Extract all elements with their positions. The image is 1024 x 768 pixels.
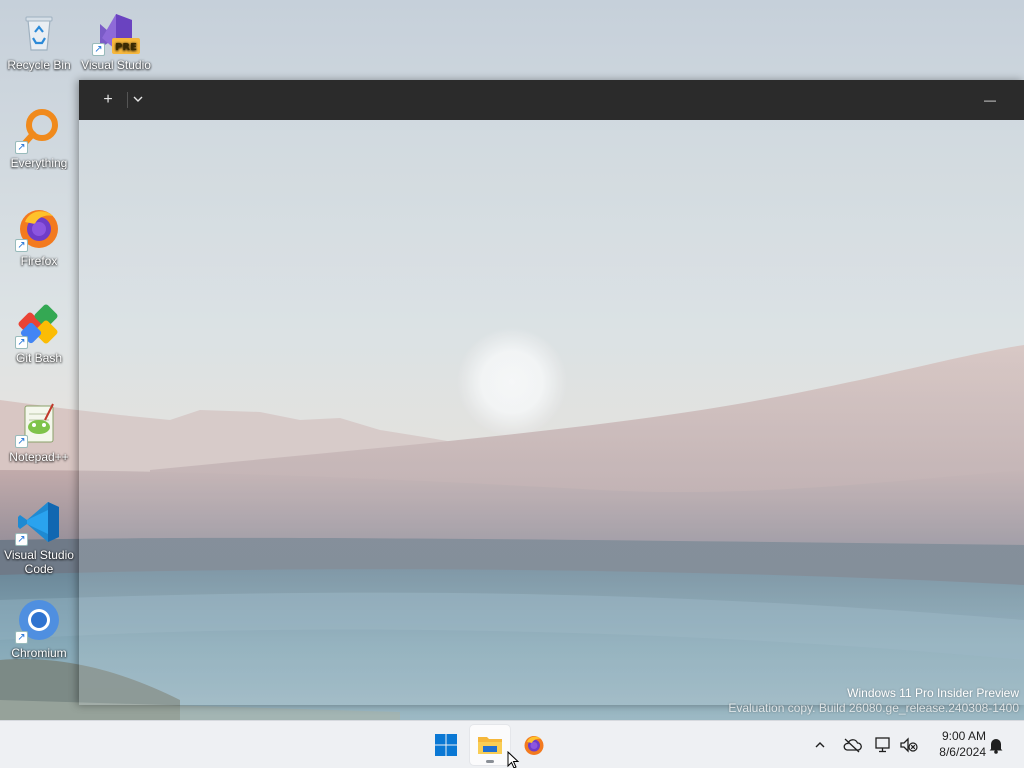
desktop-icon-label: Notepad++ <box>9 450 69 464</box>
network-button[interactable] <box>871 733 895 757</box>
shortcut-arrow-icon: ↗ <box>15 336 28 349</box>
tab-dropdown-button[interactable] <box>127 89 149 111</box>
preview-badge: PRE <box>115 42 137 53</box>
chromium-icon: ↗ <box>15 596 63 644</box>
desktop-icon-label: Everything <box>10 156 68 170</box>
notepad-plus-plus-icon: ↗ <box>15 400 63 448</box>
terminal-window[interactable]: + — <box>79 80 1024 705</box>
shortcut-arrow-icon: ↗ <box>15 435 28 448</box>
onedrive-offline-icon <box>843 738 862 753</box>
shortcut-arrow-icon: ↗ <box>92 43 105 56</box>
chevron-up-icon <box>815 742 825 748</box>
volume-button[interactable] <box>897 733 921 757</box>
notification-bell-icon <box>989 739 1003 754</box>
desktop-icon-label: Firefox <box>20 254 58 268</box>
watermark-line1: Windows 11 Pro Insider Preview <box>847 686 1019 700</box>
desktop-icon-firefox[interactable]: ↗ Firefox <box>1 204 77 268</box>
desktop-icon-git-bash[interactable]: ↗ Git Bash <box>1 301 77 365</box>
recycle-bin-icon <box>15 8 63 56</box>
desktop-icon-vscode[interactable]: ↗ Visual Studio Code <box>1 498 77 576</box>
desktop-icon-label-line1: Visual Studio <box>4 548 74 562</box>
new-tab-button[interactable]: + <box>97 89 119 111</box>
minimize-button[interactable]: — <box>979 89 1001 111</box>
network-icon <box>875 737 890 753</box>
file-explorer-button[interactable] <box>470 725 510 765</box>
firefox-icon <box>524 736 544 755</box>
everything-search-icon: ↗ <box>15 106 63 154</box>
window-titlebar[interactable]: + — <box>79 80 1024 120</box>
desktop-icon-visual-studio[interactable]: PRE ↗ Visual Studio <box>78 8 154 72</box>
desktop-icon-notepad-plus-plus[interactable]: ↗ Notepad++ <box>1 400 77 464</box>
clock-time: 9:00 AM <box>941 729 986 743</box>
desktop-icon-label: Recycle Bin <box>7 58 71 72</box>
start-icon <box>435 734 457 756</box>
terminal-content-area[interactable] <box>79 120 1024 705</box>
desktop-icon-label-line2: Code <box>24 562 54 576</box>
shortcut-arrow-icon: ↗ <box>15 533 28 546</box>
desktop-icon-label: Visual Studio <box>81 58 151 72</box>
clock-date: 8/6/2024 <box>939 745 986 759</box>
shortcut-arrow-icon: ↗ <box>15 141 28 154</box>
desktop-icon-everything[interactable]: ↗ Everything <box>1 106 77 170</box>
onedrive-button[interactable] <box>840 733 864 757</box>
desktop-icon-chromium[interactable]: ↗ Chromium <box>1 596 77 660</box>
git-bash-icon: ↗ <box>15 301 63 349</box>
taskbar-clock[interactable]: 9:00 AM 8/6/2024 <box>920 728 986 760</box>
vscode-icon: ↗ <box>15 498 63 546</box>
visual-studio-preview-icon: PRE ↗ <box>92 8 140 56</box>
start-button[interactable] <box>426 725 466 765</box>
file-explorer-icon <box>478 737 502 754</box>
desktop-icon-recycle-bin[interactable]: Recycle Bin <box>1 8 77 72</box>
active-app-indicator <box>486 760 494 763</box>
mouse-cursor-icon <box>507 750 521 768</box>
shortcut-arrow-icon: ↗ <box>15 631 28 644</box>
windows-watermark: Windows 11 Pro Insider Preview Evaluatio… <box>728 686 1019 716</box>
desktop-icon-label: Chromium <box>11 646 67 660</box>
volume-muted-icon <box>900 737 918 753</box>
watermark-line2: Evaluation copy. Build 26080.ge_release.… <box>728 701 1019 715</box>
desktop-icon-label: Git Bash <box>15 351 63 365</box>
shortcut-arrow-icon: ↗ <box>15 239 28 252</box>
firefox-icon: ↗ <box>15 204 63 252</box>
chevron-down-icon <box>133 96 143 102</box>
show-hidden-icons-button[interactable] <box>808 733 832 757</box>
notification-button[interactable] <box>984 733 1008 757</box>
